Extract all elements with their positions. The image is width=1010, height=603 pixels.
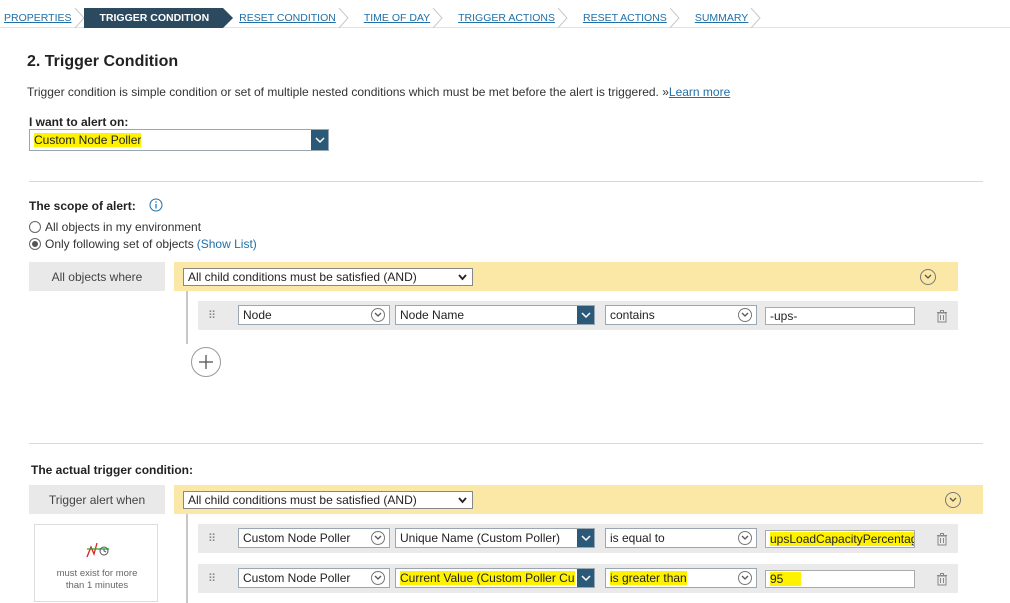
trigger-row2-field2-value: Current Value (Custom Poller Cu <box>400 571 575 585</box>
sustain-condition-box[interactable]: must exist for more than 1 minutes <box>34 524 158 602</box>
trend-threshold-icon <box>86 542 109 558</box>
wizard-step-label: RESET ACTIONS <box>582 12 667 24</box>
alert-on-select[interactable]: Custom Node Poller <box>29 129 329 151</box>
wizard-step-label: TRIGGER CONDITION <box>99 12 210 24</box>
scope-field1-select[interactable]: Node <box>238 305 390 325</box>
trigger-group-select-value: All child conditions must be satisfied (… <box>188 493 417 507</box>
trigger-row1-field2-value: Unique Name (Custom Poller) <box>400 531 561 545</box>
learn-more-link[interactable]: Learn more <box>669 85 730 99</box>
wizard-steps: PROPERTIES TRIGGER CONDITION RESET CONDI… <box>0 8 1010 28</box>
divider <box>29 443 983 444</box>
trigger-row2-field2-select[interactable]: Current Value (Custom Poller Cu <box>395 568 595 588</box>
chevron-down-icon <box>458 497 467 504</box>
divider <box>29 181 983 182</box>
wizard-step-label: RESET CONDITION <box>239 12 336 24</box>
tree-connector <box>186 514 188 603</box>
chevron-down-icon <box>738 571 752 585</box>
trigger-row1-field2-select[interactable]: Unique Name (Custom Poller) <box>395 528 595 548</box>
scope-group-select-value: All child conditions must be satisfied (… <box>188 270 417 284</box>
show-list-link[interactable]: (Show List) <box>197 237 257 251</box>
info-icon[interactable] <box>149 198 163 212</box>
chevron-down-icon <box>458 274 467 281</box>
sustain-text-line: must exist for more <box>56 568 138 579</box>
wizard-step-reset-actions[interactable]: RESET ACTIONS <box>567 8 680 28</box>
collapse-toggle-icon[interactable] <box>920 269 936 285</box>
trigger-row2-value-input[interactable]: 95 <box>765 570 915 588</box>
chevron-down-icon <box>371 308 385 322</box>
chevron-down-icon <box>738 308 752 322</box>
trigger-when-label: Trigger alert when <box>29 485 165 514</box>
scope-option-all[interactable]: All objects in my environment <box>29 220 201 234</box>
scope-label: The scope of alert: <box>29 199 136 213</box>
plus-icon <box>199 355 213 369</box>
chevron-right-icon <box>750 8 761 28</box>
scope-value-input[interactable]: -ups- <box>765 307 915 325</box>
scope-operator-select[interactable]: contains <box>605 305 757 325</box>
wizard-step-label: PROPERTIES <box>4 12 72 24</box>
wizard-step-trigger-actions[interactable]: TRIGGER ACTIONS <box>442 8 568 28</box>
trigger-row2-operator-select[interactable]: is greater than <box>605 568 757 588</box>
chevron-down-icon <box>311 130 328 150</box>
trigger-row2-operator-value: is greater than <box>610 571 687 585</box>
radio-button[interactable] <box>29 221 41 233</box>
section-description: Trigger condition is simple condition or… <box>27 85 730 99</box>
chevron-down-icon <box>371 531 385 545</box>
trigger-row1-operator-select[interactable]: is equal to <box>605 528 757 548</box>
chevron-down-icon <box>371 571 385 585</box>
trigger-row1-value-input[interactable]: upsLoadCapacityPercentag <box>765 530 915 548</box>
trigger-label: The actual trigger condition: <box>31 463 194 477</box>
scope-group-select[interactable]: All child conditions must be satisfied (… <box>183 268 473 286</box>
chevron-down-icon <box>738 531 752 545</box>
trigger-row1-operator-value: is equal to <box>610 531 665 545</box>
wizard-step-reset-condition[interactable]: RESET CONDITION <box>223 8 349 28</box>
trash-icon[interactable] <box>935 309 949 323</box>
trigger-row2-field1-value: Custom Node Poller <box>243 571 351 585</box>
trigger-row1-field1-select[interactable]: Custom Node Poller <box>238 528 390 548</box>
drag-handle-icon[interactable]: ⠿ <box>208 309 216 322</box>
sustain-text-line: than 1 minutes <box>65 580 129 591</box>
wizard-step-trigger-condition[interactable]: TRIGGER CONDITION <box>83 8 234 28</box>
tree-connector <box>186 291 188 344</box>
page-title: 2. Trigger Condition <box>27 53 179 70</box>
scope-field2-value: Node Name <box>400 308 465 322</box>
chevron-down-icon <box>577 306 594 324</box>
add-condition-button[interactable] <box>191 347 221 377</box>
trigger-row2-value: 95 <box>770 572 802 586</box>
scope-where-label: All objects where <box>29 262 165 291</box>
wizard-step-label: SUMMARY <box>694 12 749 24</box>
trash-icon[interactable] <box>935 572 949 586</box>
radio-label: Only following set of objects <box>45 237 194 251</box>
radio-button-selected[interactable] <box>29 238 41 250</box>
trigger-row1-field1-value: Custom Node Poller <box>243 531 351 545</box>
chevron-down-icon <box>577 569 594 587</box>
wizard-step-label: TIME OF DAY <box>363 12 431 24</box>
wizard-step-summary[interactable]: SUMMARY <box>679 8 761 28</box>
scope-field2-select[interactable]: Node Name <box>395 305 595 325</box>
wizard-step-properties[interactable]: PROPERTIES <box>0 8 85 28</box>
scope-option-following[interactable]: Only following set of objects (Show List… <box>29 237 257 251</box>
scope-field1-value: Node <box>243 308 272 322</box>
trigger-group-select[interactable]: All child conditions must be satisfied (… <box>183 491 473 509</box>
trash-icon[interactable] <box>935 532 949 546</box>
chevron-right-icon <box>223 8 234 28</box>
alert-on-label: I want to alert on: <box>29 115 129 129</box>
trigger-row2-field1-select[interactable]: Custom Node Poller <box>238 568 390 588</box>
chevron-down-icon <box>577 529 594 547</box>
sustain-text: must exist for more than 1 minutes <box>35 568 159 592</box>
radio-label: All objects in my environment <box>45 220 202 234</box>
trigger-row1-value: upsLoadCapacityPercentag <box>770 532 914 546</box>
wizard-step-label: TRIGGER ACTIONS <box>458 12 555 24</box>
drag-handle-icon[interactable]: ⠿ <box>208 532 216 545</box>
description-text: Trigger condition is simple condition or… <box>27 85 669 99</box>
wizard-step-time-of-day[interactable]: TIME OF DAY <box>348 8 443 28</box>
scope-operator-value: contains <box>610 308 655 322</box>
alert-on-value: Custom Node Poller <box>34 133 142 147</box>
drag-handle-icon[interactable]: ⠿ <box>208 572 216 585</box>
collapse-toggle-icon[interactable] <box>945 492 961 508</box>
